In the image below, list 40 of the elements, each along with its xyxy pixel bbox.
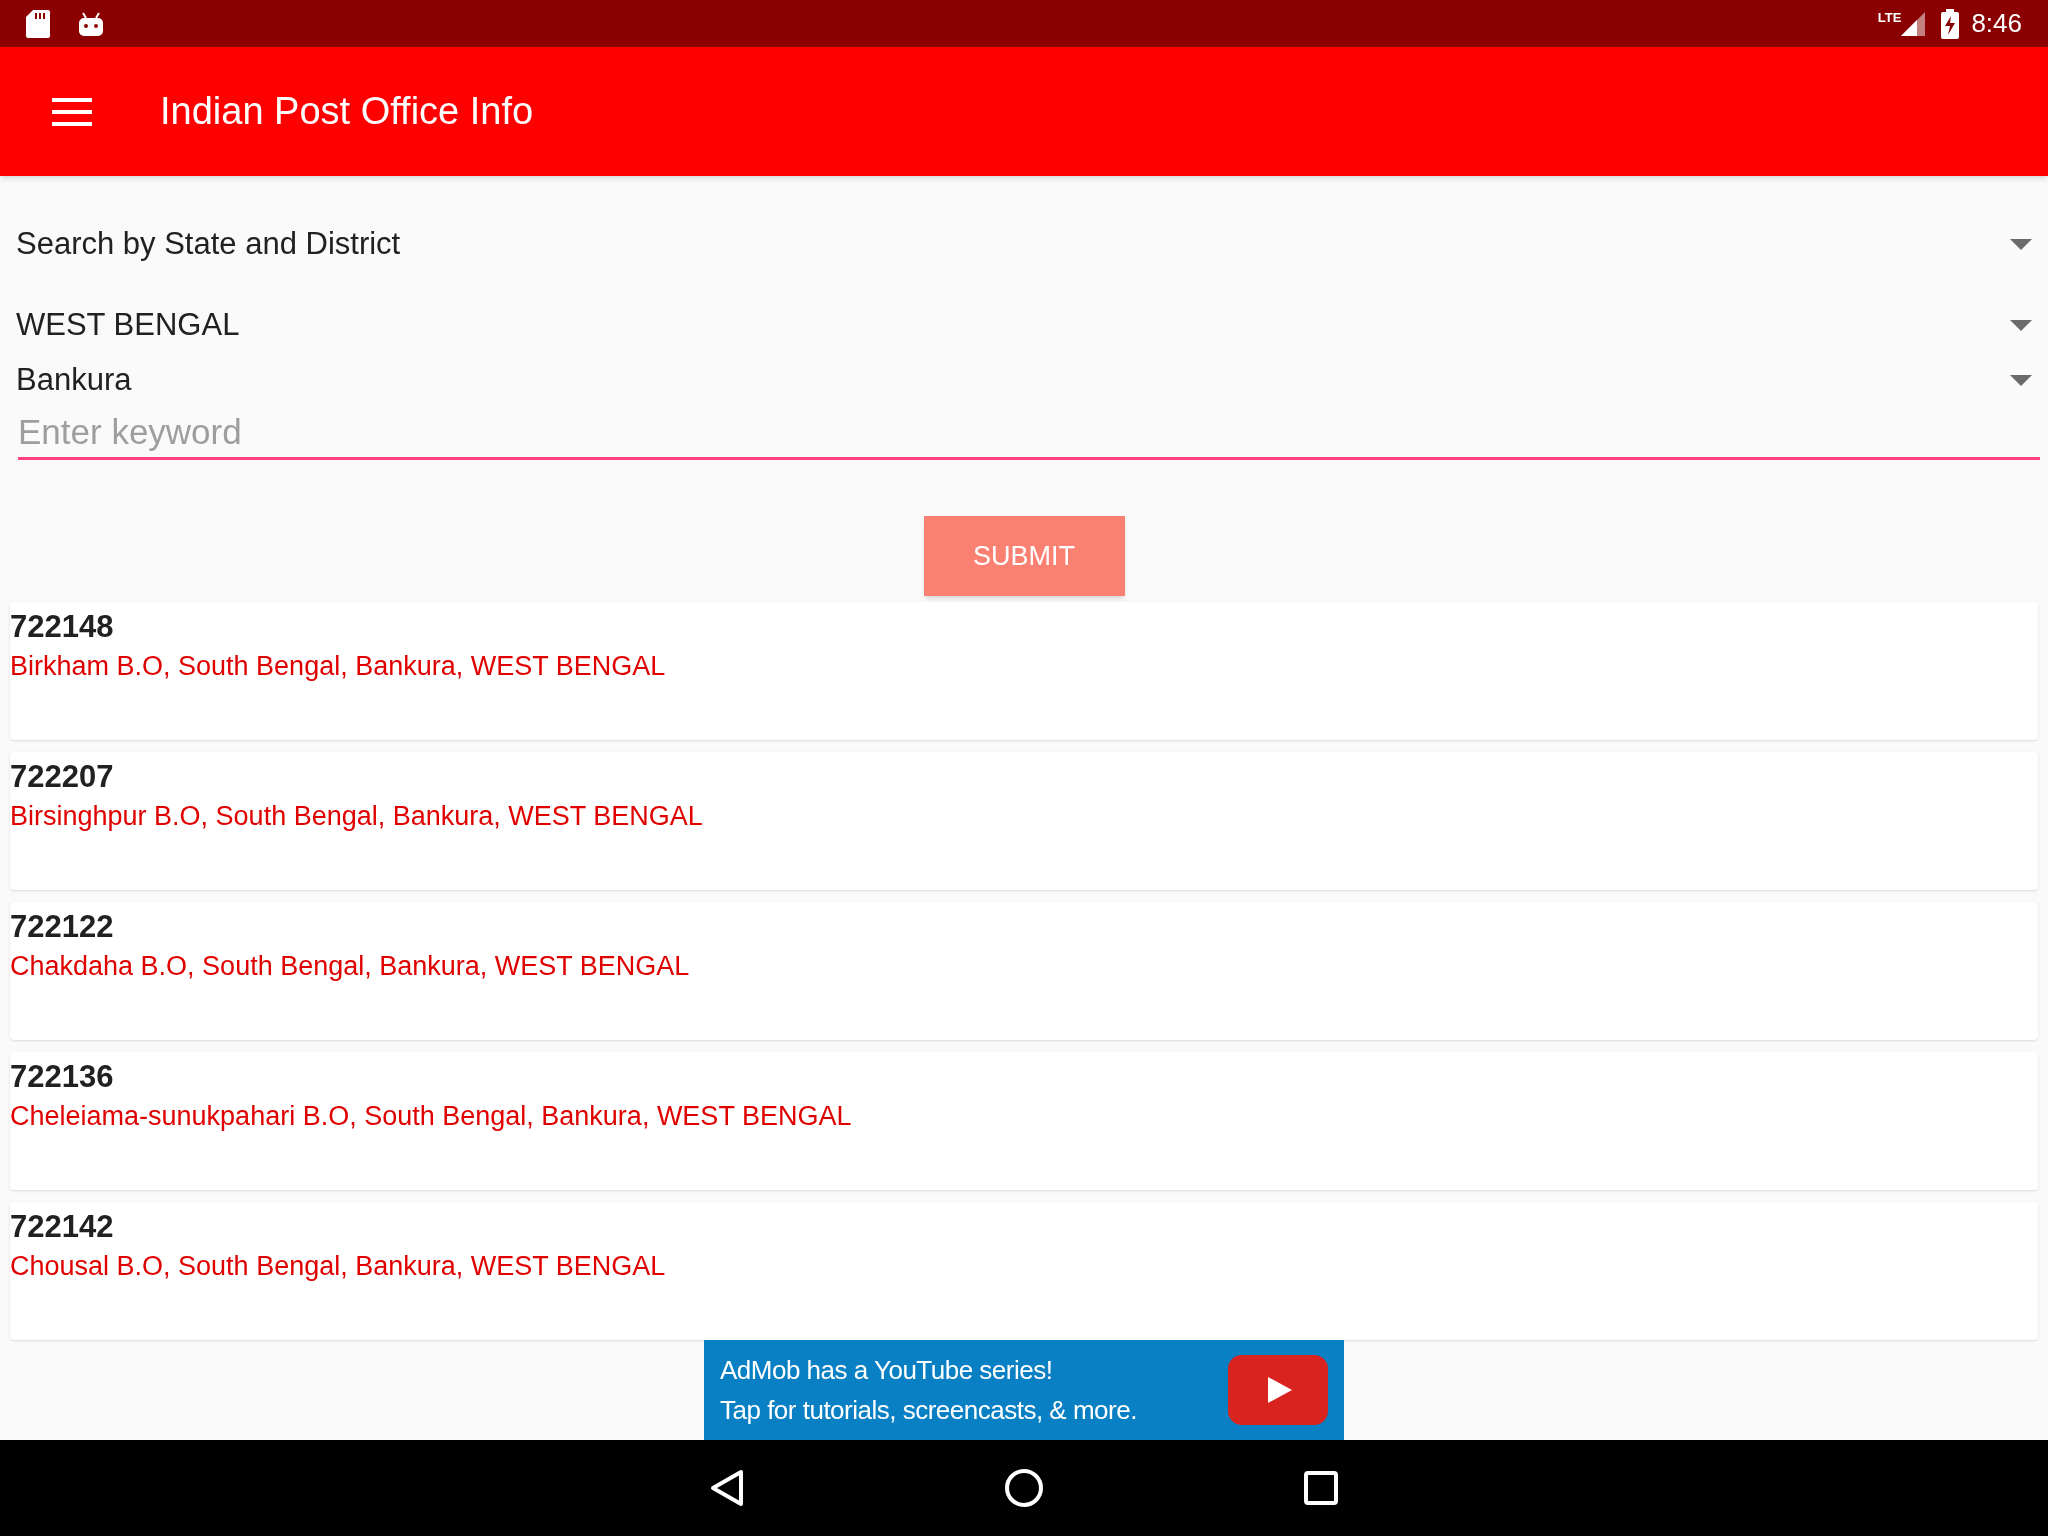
post-office-address: Birkham B.O, South Bengal, Bankura, WEST BENGAL xyxy=(10,650,667,683)
post-office-address: Chousal B.O, South Bengal, Bankura, WEST BENGAL xyxy=(10,1250,667,1283)
post-office-address: Birsinghpur B.O, South Bengal, Bankura, WEST BENGAL xyxy=(10,800,704,833)
pincode: 722142 xyxy=(10,1208,115,1246)
pincode: 722136 xyxy=(10,1058,115,1096)
menu-icon[interactable] xyxy=(52,97,92,126)
back-icon[interactable] xyxy=(710,1469,744,1507)
result-card[interactable]: 722207 Birsinghpur B.O, South Bengal, Bankura, WEST BENGAL xyxy=(10,752,2038,890)
pincode: 722122 xyxy=(10,908,115,946)
state-dropdown[interactable]: WEST BENGAL xyxy=(0,296,2048,354)
clock: 8:46 xyxy=(1971,7,2022,40)
result-card[interactable]: 722148 Birkham B.O, South Bengal, Bankura, WEST BENGAL xyxy=(10,602,2038,740)
home-icon[interactable] xyxy=(1004,1468,1044,1508)
pincode: 722207 xyxy=(10,758,115,796)
keyword-input[interactable]: Enter keyword xyxy=(18,406,2040,460)
recent-apps-icon[interactable] xyxy=(1304,1471,1338,1505)
dropdown-value: Search by State and District xyxy=(16,225,401,264)
battery-charging-icon xyxy=(1941,8,1960,39)
pincode: 722148 xyxy=(10,608,115,646)
network-type: LTE xyxy=(1877,9,1902,27)
app-title: Indian Post Office Info xyxy=(160,89,534,134)
dropdown-value: Bankura xyxy=(16,360,132,399)
dropdown-arrow-icon xyxy=(2010,319,2032,331)
play-button-icon xyxy=(1228,1355,1328,1425)
dropdown-arrow-icon xyxy=(2010,374,2032,386)
result-card[interactable]: 722122 Chakdaha B.O, South Bengal, Bankura, WEST BENGAL xyxy=(10,902,2038,1040)
post-office-address: Chakdaha B.O, South Bengal, Bankura, WEST BENGAL xyxy=(10,950,691,983)
ad-text: Tap for tutorials, screencasts, & more. xyxy=(720,1394,1138,1427)
sd-card-icon xyxy=(26,9,50,38)
result-card[interactable]: 722142 Chousal B.O, South Bengal, Bankura, WEST BENGAL xyxy=(10,1202,2038,1340)
ad-text: AdMob has a YouTube series! xyxy=(720,1354,1054,1387)
ad-banner[interactable]: AdMob has a YouTube series! Tap for tutorials, screencasts, & more. xyxy=(704,1340,1344,1440)
result-card[interactable]: 722136 Cheleiama-sunukpahari B.O, South Bengal, Bankura, WEST BENGAL xyxy=(10,1052,2038,1190)
district-dropdown[interactable]: Bankura xyxy=(0,353,2048,407)
dropdown-arrow-icon xyxy=(2010,238,2032,250)
dropdown-value: WEST BENGAL xyxy=(16,305,240,344)
post-office-address: Cheleiama-sunukpahari B.O, South Bengal, Bankura, WEST BENGAL xyxy=(10,1100,853,1133)
android-icon xyxy=(78,10,104,37)
search-mode-dropdown[interactable]: Search by State and District xyxy=(0,212,2048,277)
signal-icon xyxy=(1901,11,1926,36)
